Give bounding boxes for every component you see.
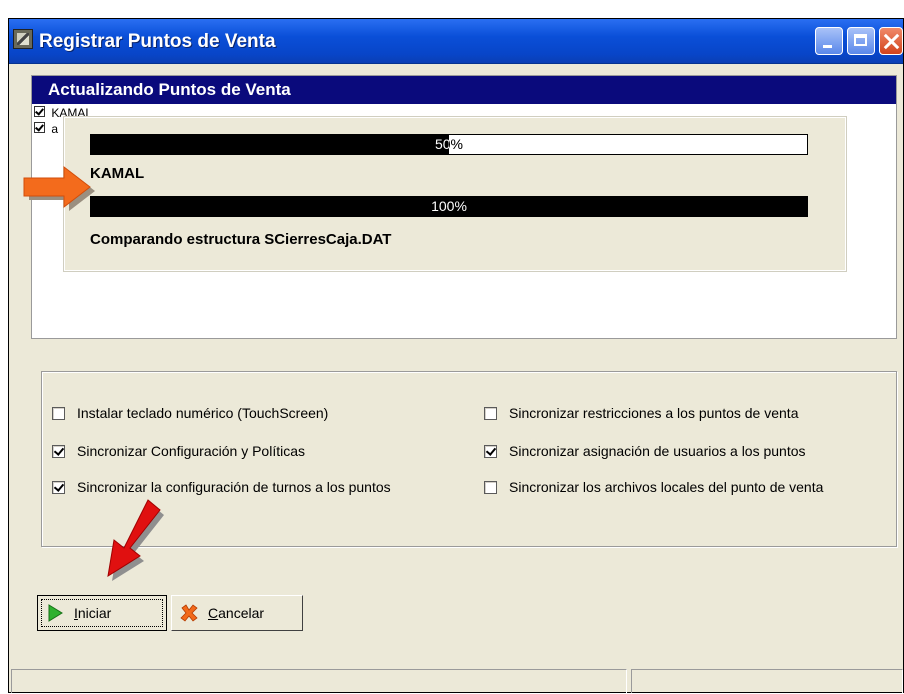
progress-bar-overall: 50% — [90, 134, 808, 155]
cancel-x-icon — [180, 604, 198, 622]
minimize-button[interactable] — [815, 27, 843, 55]
checkbox[interactable] — [52, 445, 65, 458]
cancel-button[interactable]: Cancelar — [171, 595, 303, 631]
status-pane-secondary — [631, 669, 903, 693]
title-bar[interactable]: Registrar Puntos de Venta — [9, 19, 903, 64]
option-label: Sincronizar restricciones a los puntos d… — [509, 405, 799, 421]
start-button[interactable]: Iniciar — [37, 595, 167, 631]
option-label: Sincronizar la configuración de turnos a… — [77, 479, 391, 495]
option-label: Sincronizar Configuración y Políticas — [77, 443, 305, 459]
checkbox[interactable] — [484, 481, 497, 494]
progress-percent: 100% — [431, 198, 467, 214]
progress-label-pos: KAMAL — [90, 165, 145, 182]
option-config-policies[interactable]: Sincronizar Configuración y Políticas — [52, 442, 305, 460]
list-header: Actualizando Puntos de Venta — [32, 76, 896, 104]
options-group: Instalar teclado numérico (TouchScreen) … — [41, 371, 897, 547]
list-item[interactable]: a — [34, 122, 58, 136]
option-label: Instalar teclado numérico (TouchScreen) — [77, 405, 329, 421]
option-touchscreen[interactable]: Instalar teclado numérico (TouchScreen) — [52, 404, 328, 422]
option-user-assignment[interactable]: Sincronizar asignación de usuarios a los… — [484, 442, 806, 460]
option-label: Sincronizar los archivos locales del pun… — [509, 479, 824, 495]
option-shifts[interactable]: Sincronizar la configuración de turnos a… — [52, 478, 391, 496]
annotation-arrow-orange — [23, 165, 95, 211]
checkbox[interactable] — [52, 481, 65, 494]
list-item-label: a — [51, 122, 59, 136]
progress-percent: 50% — [434, 136, 464, 152]
progress-bar-step: 100% — [90, 196, 808, 217]
option-local-files[interactable]: Sincronizar los archivos locales del pun… — [484, 478, 823, 496]
progress-dialog: 50% KAMAL 100% Comparando estructura SCi… — [63, 116, 847, 272]
maximize-button[interactable] — [847, 27, 875, 55]
main-window: Registrar Puntos de Venta Actualizando P… — [8, 18, 904, 693]
start-button-label: Iniciar — [74, 605, 112, 621]
list-item-checkbox[interactable] — [34, 106, 45, 117]
status-pane-main — [11, 669, 627, 693]
checkbox[interactable] — [484, 445, 497, 458]
app-icon — [13, 29, 33, 49]
annotation-arrow-red — [107, 499, 164, 581]
progress-label-step: Comparando estructura SCierresCaja.DAT — [90, 231, 392, 248]
checkbox[interactable] — [484, 407, 497, 420]
cancel-button-label: Cancelar — [208, 605, 265, 621]
window-title: Registrar Puntos de Venta — [39, 31, 276, 52]
option-restrictions[interactable]: Sincronizar restricciones a los puntos d… — [484, 404, 798, 422]
option-label: Sincronizar asignación de usuarios a los… — [509, 443, 806, 459]
checkbox[interactable] — [52, 407, 65, 420]
list-item-checkbox[interactable] — [34, 122, 45, 133]
play-icon — [48, 604, 63, 622]
status-bar — [9, 667, 903, 694]
close-button[interactable] — [879, 27, 903, 55]
